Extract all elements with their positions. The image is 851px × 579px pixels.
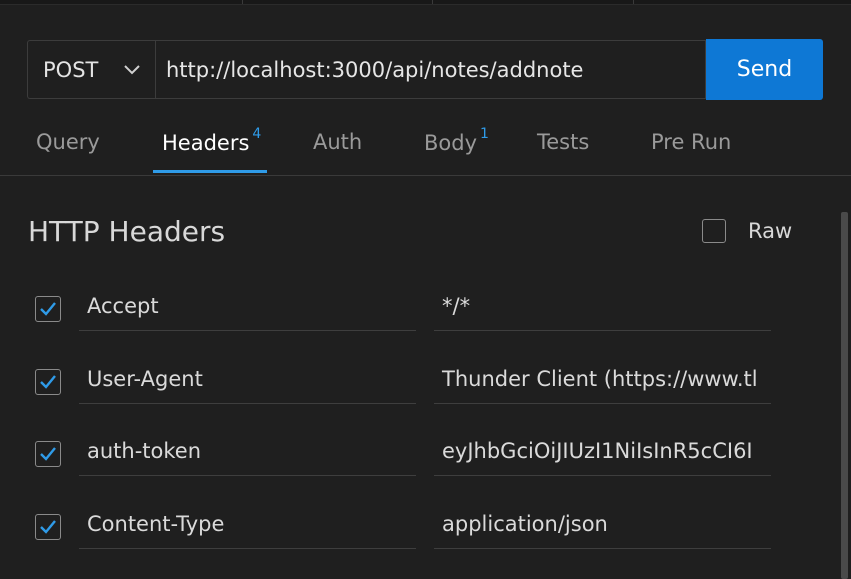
request-bar: POST Send (27, 39, 823, 101)
tab-separator (432, 0, 433, 4)
tab-tests[interactable]: Tests (537, 130, 589, 154)
method-select[interactable]: POST (27, 40, 155, 99)
tab-separator (242, 0, 243, 4)
tab-query[interactable]: Query (36, 130, 100, 154)
header-row: User-Agent Thunder Client (https://www.t… (0, 348, 851, 421)
header-value-field[interactable]: Thunder Client (https://www.tl (434, 360, 771, 404)
header-key-field[interactable]: Content-Type (79, 505, 416, 549)
header-row: Accept */* (0, 275, 851, 348)
checkmark-icon (40, 375, 56, 389)
method-label: POST (43, 57, 99, 82)
header-enabled-checkbox[interactable] (35, 441, 61, 467)
raw-toggle[interactable]: Raw (702, 219, 792, 243)
header-row: Content-Type application/json (0, 493, 851, 566)
header-value-field[interactable]: eyJhbGciOiJIUzI1NiIsInR5cCI6I (434, 432, 771, 476)
tab-label: Body (424, 131, 478, 155)
tab-label: Pre Run (651, 130, 732, 154)
tab-label: Query (36, 130, 100, 154)
url-input[interactable] (155, 40, 706, 99)
tab-label: Tests (537, 130, 590, 154)
tab-label: Headers (162, 131, 250, 155)
window-top-strip (0, 0, 851, 5)
tab-auth[interactable]: Auth (313, 130, 362, 154)
send-button[interactable]: Send (706, 39, 823, 100)
raw-checkbox[interactable] (702, 219, 726, 243)
request-tabs: Query Headers 4 Auth Body 1 Tests Pre Run (0, 118, 851, 176)
tab-headers[interactable]: Headers 4 (162, 126, 261, 155)
tab-separator (633, 0, 634, 4)
header-enabled-checkbox[interactable] (35, 514, 61, 540)
header-key-field[interactable]: User-Agent (79, 360, 416, 404)
header-value-field[interactable]: application/json (434, 505, 771, 549)
checkmark-icon (40, 520, 56, 534)
raw-label: Raw (748, 219, 793, 243)
tab-label: Auth (313, 130, 363, 154)
active-tab-indicator (153, 170, 267, 173)
header-enabled-checkbox[interactable] (35, 369, 61, 395)
header-value-field[interactable]: */* (434, 287, 771, 331)
section-title: HTTP Headers (28, 215, 226, 248)
tab-pre-run[interactable]: Pre Run (651, 130, 731, 154)
checkmark-icon (40, 447, 56, 461)
tab-badge: 1 (480, 126, 489, 142)
header-enabled-checkbox[interactable] (35, 296, 61, 322)
chevron-down-icon (124, 64, 140, 74)
checkmark-icon (40, 302, 56, 316)
header-key-field[interactable]: Accept (79, 287, 416, 331)
header-row: auth-token eyJhbGciOiJIUzI1NiIsInR5cCI6I (0, 420, 851, 493)
header-key-field[interactable]: auth-token (79, 432, 416, 476)
tab-badge: 4 (252, 126, 262, 142)
tab-body[interactable]: Body 1 (424, 126, 489, 155)
